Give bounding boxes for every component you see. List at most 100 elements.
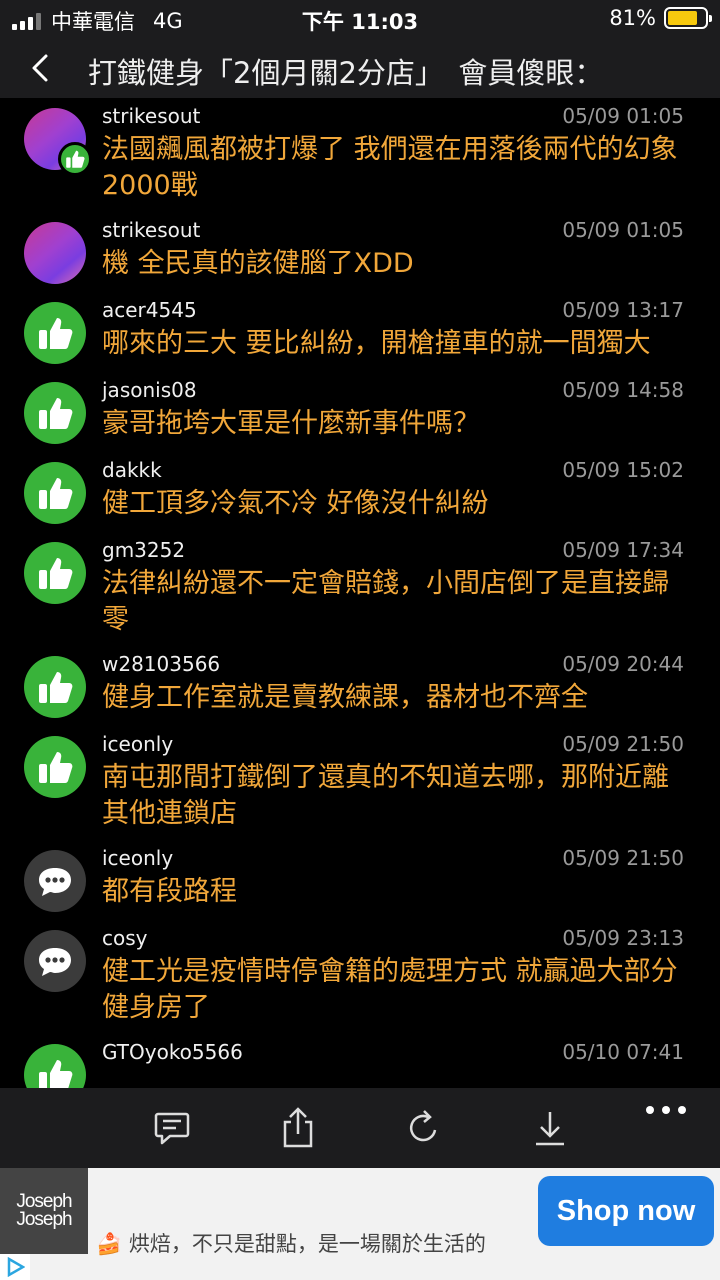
- comment-body: gm3252 05/09 17:34 法律糾紛還不一定會賠錢，小間店倒了是直接歸…: [102, 538, 720, 638]
- thumbs-up-icon: [39, 1060, 73, 1088]
- comment-item[interactable]: w28103566 05/09 20:44 健身工作室就是賣教練課，器材也不齊全: [0, 646, 720, 726]
- comment-body: strikesout 05/09 01:05 法國飆風都被打爆了 我們還在用落後…: [102, 104, 720, 204]
- comment-avatar: [24, 930, 86, 992]
- brand-logo: Joseph Joseph: [0, 1168, 88, 1254]
- comment-username: iceonly: [102, 732, 174, 756]
- comment-body: w28103566 05/09 20:44 健身工作室就是賣教練課，器材也不齊全: [102, 652, 720, 718]
- thumbs-up-icon: [39, 558, 73, 589]
- chat-bubble-icon: [39, 868, 71, 896]
- thumbs-up-icon: [39, 672, 73, 703]
- comment-header: strikesout 05/09 01:05: [102, 104, 684, 130]
- like-avatar: [24, 382, 86, 444]
- refresh-icon: [409, 1110, 437, 1142]
- thumbs-up-icon: [39, 318, 73, 349]
- comment-item[interactable]: gm3252 05/09 17:34 法律糾紛還不一定會賠錢，小間店倒了是直接歸…: [0, 532, 720, 646]
- ad-text: 🍰 烘焙，不只是甜點，是一場關於生活的: [96, 1232, 486, 1256]
- comment-body: jasonis08 05/09 14:58 豪哥拖垮大軍是什麼新事件嗎？: [102, 378, 720, 444]
- comment-item[interactable]: iceonly 05/09 21:50 都有段路程: [0, 840, 720, 920]
- more-icon: [646, 1106, 654, 1114]
- like-avatar: [24, 302, 86, 364]
- download-button[interactable]: [528, 1106, 572, 1150]
- comment-text: 法國飆風都被打爆了 我們還在用落後兩代的幻象 2000戰: [102, 134, 678, 201]
- thumbs-up-icon: [66, 150, 85, 168]
- comment-timestamp: 05/09 15:02: [562, 458, 684, 482]
- like-avatar: [24, 736, 86, 798]
- like-avatar: [24, 1044, 86, 1088]
- comment-item[interactable]: iceonly 05/09 21:50 南屯那間打鐵倒了還真的不知道去哪，那附近…: [0, 726, 720, 840]
- comment-text: 健身工作室就是賣教練課，器材也不齊全: [102, 682, 588, 713]
- comment-header: w28103566 05/09 20:44: [102, 652, 684, 678]
- comment-timestamp: 05/10 07:41: [562, 1040, 684, 1064]
- comment-timestamp: 05/09 14:58: [562, 378, 684, 402]
- comment-header: iceonly 05/09 21:50: [102, 732, 684, 758]
- comment-body: acer4545 05/09 13:17 哪來的三大 要比糾紛，開槍撞車的就一間…: [102, 298, 720, 364]
- comment-body: GTOyoko5566 05/10 07:41: [102, 1040, 720, 1088]
- comment-username: w28103566: [102, 652, 221, 676]
- comment-list[interactable]: strikesout 05/09 01:05 法國飆風都被打爆了 我們還在用落後…: [0, 98, 720, 1088]
- comment-username: GTOyoko5566: [102, 1040, 243, 1064]
- comment-header: jasonis08 05/09 14:58: [102, 378, 684, 404]
- chat-bubble-icon: [39, 948, 71, 976]
- comment-timestamp: 05/09 20:44: [562, 652, 684, 676]
- comment-timestamp: 05/09 01:05: [562, 218, 684, 242]
- comment-username: acer4545: [102, 298, 197, 322]
- comment-item[interactable]: GTOyoko5566 05/10 07:41: [0, 1034, 720, 1088]
- comment-body: iceonly 05/09 21:50 南屯那間打鐵倒了還真的不知道去哪，那附近…: [102, 732, 720, 832]
- page-title: 打鐵健身「2個月關2分店」 會員傻眼：: [88, 56, 604, 90]
- status-bar: 中華電信 4G 下午 11:03 81%: [0, 0, 720, 38]
- comment-header: gm3252 05/09 17:34: [102, 538, 684, 564]
- comment-header: dakkk 05/09 15:02: [102, 458, 684, 484]
- like-avatar: [24, 462, 86, 524]
- comment-item[interactable]: strikesout 05/09 01:05 法國飆風都被打爆了 我們還在用落後…: [0, 98, 720, 212]
- comment-username: strikesout: [102, 104, 201, 128]
- download-icon: [536, 1112, 564, 1146]
- comment-item[interactable]: jasonis08 05/09 14:58 豪哥拖垮大軍是什麼新事件嗎？: [0, 372, 720, 452]
- back-button[interactable]: [22, 48, 62, 88]
- ad-choices-icon[interactable]: [0, 1254, 30, 1280]
- thumbs-up-icon: [39, 478, 73, 509]
- comment-icon: [154, 1112, 190, 1145]
- comment-header: GTOyoko5566 05/10 07:41: [102, 1040, 684, 1066]
- avatar: [24, 222, 86, 284]
- comment-timestamp: 05/09 17:34: [562, 538, 684, 562]
- comment-text: 南屯那間打鐵倒了還真的不知道去哪，那附近離其他連鎖店: [102, 762, 669, 829]
- comment-username: gm3252: [102, 538, 186, 562]
- comment-timestamp: 05/09 21:50: [562, 732, 684, 756]
- more-button[interactable]: [646, 1100, 686, 1120]
- shop-now-button[interactable]: Shop now: [538, 1176, 714, 1246]
- like-badge: [58, 142, 92, 176]
- comment-item[interactable]: acer4545 05/09 13:17 哪來的三大 要比糾紛，開槍撞車的就一間…: [0, 292, 720, 372]
- comment-button[interactable]: [150, 1106, 194, 1150]
- thumbs-up-icon: [39, 752, 73, 783]
- refresh-button[interactable]: [402, 1106, 446, 1150]
- comment-body: strikesout 05/09 01:05 機 全民真的該健腦了XDD: [102, 218, 720, 284]
- comment-item[interactable]: dakkk 05/09 15:02 健工頂多冷氣不冷 好像沒什糾紛: [0, 452, 720, 532]
- comment-text: 哪來的三大 要比糾紛，開槍撞車的就一間獨大: [102, 328, 651, 359]
- nav-bar: 打鐵健身「2個月關2分店」 會員傻眼：: [0, 38, 720, 98]
- avatar: [24, 108, 92, 176]
- comment-body: iceonly 05/09 21:50 都有段路程: [102, 846, 720, 912]
- comment-header: strikesout 05/09 01:05: [102, 218, 684, 244]
- ad-banner[interactable]: Joseph Joseph 🍰 烘焙，不只是甜點，是一場關於生活的 Shop n…: [0, 1168, 720, 1280]
- comment-header: cosy 05/09 23:13: [102, 926, 684, 952]
- comment-avatar: [24, 850, 86, 912]
- comment-item[interactable]: cosy 05/09 23:13 健工光是疫情時停會籍的處理方式 就贏過大部分健…: [0, 920, 720, 1034]
- comment-timestamp: 05/09 13:17: [562, 298, 684, 322]
- comment-header: acer4545 05/09 13:17: [102, 298, 684, 324]
- status-right: 81%: [609, 6, 712, 30]
- chevron-left-icon: [32, 54, 48, 82]
- comment-text: 豪哥拖垮大軍是什麼新事件嗎？: [102, 408, 480, 439]
- comment-username: iceonly: [102, 846, 174, 870]
- comment-timestamp: 05/09 23:13: [562, 926, 684, 950]
- comment-item[interactable]: strikesout 05/09 01:05 機 全民真的該健腦了XDD: [0, 212, 720, 292]
- comment-username: dakkk: [102, 458, 162, 482]
- comment-text: 都有段路程: [102, 876, 237, 907]
- comment-text: 機 全民真的該健腦了XDD: [102, 248, 414, 279]
- battery-level: [668, 11, 698, 25]
- comment-text: 法律糾紛還不一定會賠錢，小間店倒了是直接歸零: [102, 568, 669, 635]
- share-icon: [283, 1107, 313, 1148]
- comment-username: strikesout: [102, 218, 201, 242]
- battery-percent: 81%: [609, 6, 656, 30]
- like-avatar: [24, 656, 86, 718]
- share-button[interactable]: [276, 1106, 320, 1150]
